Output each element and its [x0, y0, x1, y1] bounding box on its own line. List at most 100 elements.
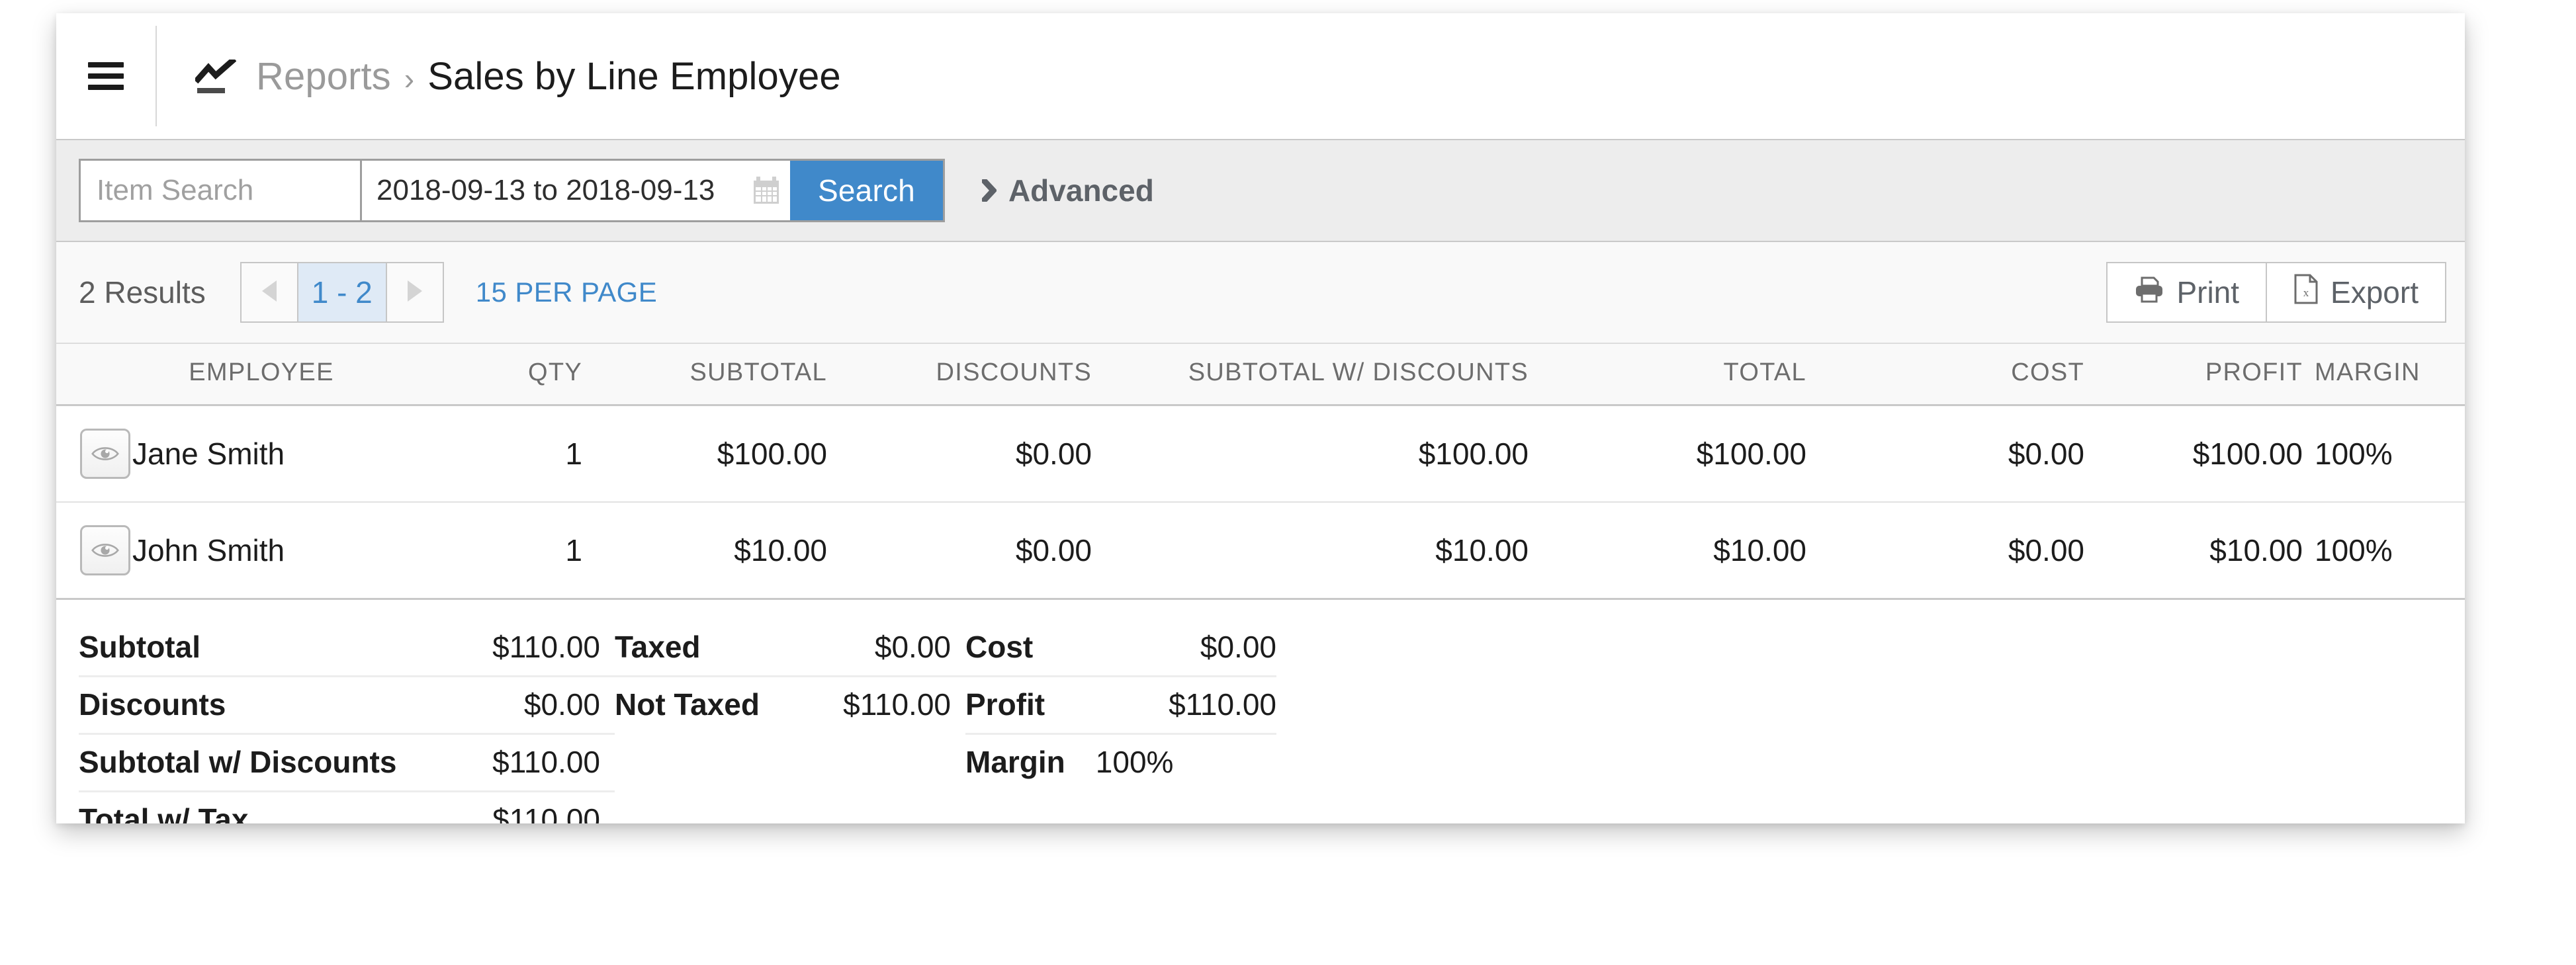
cell-subtotal-w-discounts: $100.00	[1092, 405, 1529, 503]
search-button[interactable]: Search	[790, 161, 943, 220]
cell-discounts: $0.00	[827, 502, 1092, 600]
column-header-qty[interactable]: QTY	[390, 344, 582, 406]
summary-row: Subtotal $110.00	[79, 620, 615, 677]
breadcrumb-reports-link[interactable]: Reports	[256, 54, 391, 99]
column-header-employee[interactable]: EMPLOYEE	[132, 344, 390, 406]
summary-label: Profit	[965, 687, 1045, 722]
summary-block-totals: Subtotal $110.00 Discounts $0.00 Subtota…	[79, 620, 615, 823]
summary-row: Taxed $0.00	[615, 620, 965, 677]
toolbar-actions: Print x Export	[2106, 262, 2446, 323]
row-action-cell	[56, 405, 132, 503]
cell-discounts: $0.00	[827, 405, 1092, 503]
advanced-label: Advanced	[1008, 173, 1154, 208]
eye-icon[interactable]	[80, 525, 130, 575]
pagination-current-page[interactable]: 1 - 2	[296, 263, 387, 321]
print-button[interactable]: Print	[2108, 263, 2266, 321]
summary-value: $0.00	[523, 687, 600, 722]
column-header-total[interactable]: TOTAL	[1529, 344, 1806, 406]
date-range-field[interactable]: 2018-09-13 to 2018-09-13	[360, 161, 790, 220]
table-header-row: EMPLOYEE QTY SUBTOTAL DISCOUNTS SUBTOTAL…	[56, 344, 2465, 406]
cell-total: $10.00	[1529, 502, 1806, 600]
summary-value: $110.00	[492, 630, 600, 664]
summary-value: $110.00	[843, 687, 951, 722]
search-input-group: 2018-09-13 to 2018-09-13	[79, 159, 945, 222]
summary-label: Margin	[965, 745, 1065, 779]
table-row[interactable]: John Smith 1 $10.00 $0.00 $10.00 $10.00 …	[56, 502, 2465, 600]
summary-row: Not Taxed $110.00	[615, 677, 965, 733]
summary-value: $0.00	[1200, 630, 1276, 664]
hamburger-bars	[88, 62, 124, 90]
page-title: Sales by Line Employee	[427, 54, 841, 98]
cell-cost: $0.00	[1806, 502, 2084, 600]
column-header-subtotal-w-discounts[interactable]: SUBTOTAL W/ DISCOUNTS	[1092, 344, 1529, 406]
hamburger-bar-3	[88, 85, 124, 90]
summary-row: Margin 100%	[965, 735, 1276, 790]
table-header: EMPLOYEE QTY SUBTOTAL DISCOUNTS SUBTOTAL…	[56, 344, 2465, 406]
summary-row: Subtotal w/ Discounts $110.00	[79, 735, 615, 792]
search-bar: 2018-09-13 to 2018-09-13	[56, 139, 2465, 242]
table-row[interactable]: Jane Smith 1 $100.00 $0.00 $100.00 $100.…	[56, 405, 2465, 503]
per-page-selector[interactable]: 15 PER PAGE	[476, 276, 657, 308]
export-button[interactable]: x Export	[2266, 263, 2445, 321]
breadcrumb: Reports › Sales by Line Employee	[256, 54, 841, 99]
cell-subtotal: $10.00	[582, 502, 827, 600]
column-header-subtotal[interactable]: SUBTOTAL	[582, 344, 827, 406]
summary-block-profit: Cost $0.00 Profit $110.00 Margin 100%	[965, 620, 1276, 823]
summary-label: Cost	[965, 630, 1034, 664]
calendar-icon[interactable]	[753, 177, 779, 204]
column-header-discounts[interactable]: DISCOUNTS	[827, 344, 1092, 406]
advanced-toggle[interactable]: Advanced	[981, 173, 1154, 208]
cell-employee: John Smith	[132, 502, 390, 600]
cell-profit: $10.00	[2084, 502, 2303, 600]
pagination-prev-button[interactable]	[241, 263, 297, 321]
triangle-left-icon	[259, 278, 279, 308]
cell-total: $100.00	[1529, 405, 1806, 503]
summary-totals: Subtotal $110.00 Discounts $0.00 Subtota…	[56, 600, 2465, 823]
row-action-cell	[56, 502, 132, 600]
summary-label: Total w/ Tax	[79, 802, 249, 823]
summary-row: Cost $0.00	[965, 620, 1276, 677]
summary-value: 100%	[1095, 745, 1174, 779]
app-header: Reports › Sales by Line Employee	[56, 13, 2465, 139]
cell-cost: $0.00	[1806, 405, 2084, 503]
eye-icon[interactable]	[80, 429, 130, 479]
results-count: 2 Results	[79, 275, 206, 310]
cell-subtotal: $100.00	[582, 405, 827, 503]
cell-profit: $100.00	[2084, 405, 2303, 503]
excel-file-icon: x	[2293, 274, 2331, 312]
summary-value: $110.00	[492, 745, 600, 779]
hamburger-bar-1	[88, 62, 124, 67]
cell-subtotal-w-discounts: $10.00	[1092, 502, 1529, 600]
summary-value: $0.00	[874, 630, 951, 664]
column-header-profit[interactable]: PROFIT	[2084, 344, 2303, 406]
date-range-value: 2018-09-13 to 2018-09-13	[377, 174, 715, 206]
column-header-cost[interactable]: COST	[1806, 344, 2084, 406]
results-toolbar: 2 Results 1 - 2 15 PER PAGE Print x Expo…	[56, 242, 2465, 344]
header-divider	[155, 26, 157, 126]
search-input[interactable]	[81, 161, 360, 220]
printer-icon	[2134, 274, 2176, 310]
page-root: Reports › Sales by Line Employee 2018-09…	[0, 0, 2576, 965]
summary-label: Subtotal	[79, 630, 200, 664]
triangle-right-icon	[405, 278, 425, 308]
line-chart-icon	[193, 56, 237, 95]
column-header-action	[56, 344, 132, 406]
summary-row: Profit $110.00	[965, 677, 1276, 735]
cell-employee: Jane Smith	[132, 405, 390, 503]
cell-margin: 100%	[2303, 405, 2465, 503]
summary-label: Discounts	[79, 687, 226, 722]
hamburger-bar-2	[88, 73, 124, 79]
summary-label: Subtotal w/ Discounts	[79, 745, 397, 779]
summary-value: $110.00	[1169, 687, 1276, 722]
summary-label: Taxed	[615, 630, 701, 664]
print-label: Print	[2176, 275, 2240, 310]
column-header-margin[interactable]: MARGIN	[2303, 344, 2465, 406]
report-card: Reports › Sales by Line Employee 2018-09…	[56, 13, 2465, 823]
results-table: EMPLOYEE QTY SUBTOTAL DISCOUNTS SUBTOTAL…	[56, 344, 2465, 600]
hamburger-icon[interactable]	[56, 13, 155, 139]
pagination-next-button[interactable]	[386, 263, 443, 321]
summary-row: Total w/ Tax $110.00	[79, 792, 615, 823]
summary-block-tax: Taxed $0.00 Not Taxed $110.00	[615, 620, 965, 823]
cell-margin: 100%	[2303, 502, 2465, 600]
summary-value: $110.00	[492, 802, 600, 823]
